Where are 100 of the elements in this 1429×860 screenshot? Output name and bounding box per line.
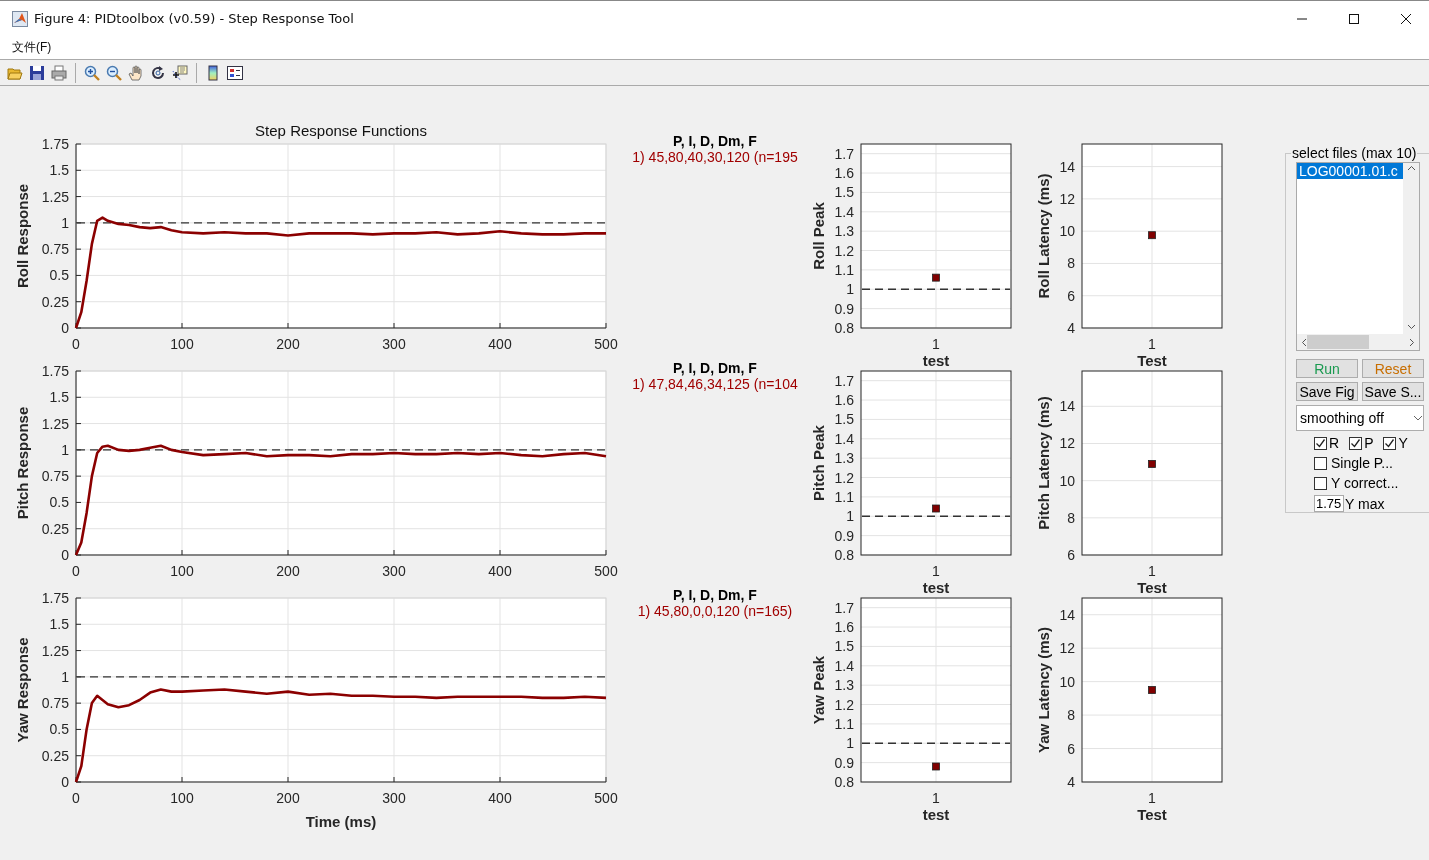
tick-label: 14 [1059,398,1075,415]
tick-label: 0.75 [41,695,69,712]
tick-label: 0.9 [834,527,854,544]
tick-label: 0 [72,563,80,579]
colorbar-icon[interactable] [205,64,221,81]
data-cursor-icon[interactable] [172,64,188,81]
legend-icon[interactable] [227,64,243,81]
tick-label: 1.75 [41,136,69,152]
axis-title: Yaw Peak [810,655,827,725]
pid-header: P, I, D, Dm, F [673,587,757,603]
tick-label: 0.8 [834,547,854,563]
tick-label: 0.5 [49,721,69,738]
checkbox[interactable] [1314,456,1327,470]
tick-label: 8 [1067,255,1075,272]
tick-label: 1.7 [834,372,854,389]
panel-button[interactable]: Save S... [1362,382,1424,402]
tick-label: 0 [72,336,80,352]
tick-label: 0.25 [41,520,69,537]
tick-label: 500 [594,336,618,352]
checkbox[interactable] [1383,436,1397,450]
scroll-up-icon[interactable] [1406,165,1416,171]
tick-label: 1.5 [834,411,854,428]
tick-label: 500 [594,790,618,806]
tick-label: 10 [1059,223,1075,240]
axis-title: Test [1137,806,1167,823]
tick-label: 400 [488,336,512,352]
field-label: Y max [1345,495,1385,512]
tick-label: 100 [170,336,194,352]
tick-label: 1.5 [834,184,854,201]
tick-label: 400 [488,790,512,806]
scroll-right-icon[interactable] [1409,337,1415,347]
panel-legend: select files (max 10) [1291,145,1418,161]
tick-label: 14 [1059,158,1075,175]
checkbox[interactable] [1349,436,1363,450]
window-title: Figure 4: PIDtoolbox (v0.59) - Step Response Tool [34,11,355,26]
axis-title: Pitch Peak [810,425,827,501]
tick-label: 0.75 [41,468,69,485]
tick-label: 0 [72,790,80,806]
scroll-down-icon[interactable] [1406,324,1416,331]
file-list[interactable]: LOG00001.01.c [1296,162,1420,352]
axis-title: Yaw Latency (ms) [1035,627,1052,753]
tick-label: 0.25 [41,293,69,310]
save-icon[interactable] [29,64,45,81]
tick-label: 500 [594,563,618,579]
tick-label: 1.3 [834,450,854,467]
axis-title: Yaw Response [14,637,31,743]
tick-label: 1.2 [834,469,854,486]
scroll-left-icon[interactable] [1301,337,1307,347]
tick-label: 1.5 [49,616,69,633]
tick-label: 1.2 [834,242,854,259]
tick-label: 1.6 [834,619,854,636]
tick-label: 400 [488,563,512,579]
tick-label: 1.3 [834,677,854,694]
panel-button[interactable]: Save Fig [1296,382,1358,402]
tick-label: 1 [846,508,854,525]
axis-title: Roll Latency (ms) [1035,173,1052,299]
zoom-in-icon[interactable] [84,64,100,81]
tick-label: 1.7 [834,599,854,616]
tick-label: 12 [1059,640,1075,657]
tick-label: 0.75 [41,241,69,258]
tick-label: 1.3 [834,223,854,240]
checkbox[interactable] [1314,476,1327,490]
tick-label: 0.5 [49,494,69,511]
tick-label: 200 [276,790,300,806]
chart-title: Step Response Functions [255,122,427,139]
checkbox-label: Single P... [1331,455,1393,471]
ymax-field[interactable]: 1.75 [1314,495,1344,512]
scroll-thumb[interactable] [1307,335,1369,350]
tick-label: 100 [170,790,194,806]
printer-icon[interactable] [51,64,67,81]
checkbox-label: P [1364,435,1374,451]
tick-label: 0.9 [834,754,854,771]
close-icon[interactable] [1400,12,1412,25]
axis-title: Roll Peak [810,202,827,270]
tick-label: 1.5 [49,389,69,406]
zoom-out-icon[interactable] [106,64,122,81]
tick-label: 8 [1067,509,1075,526]
checkbox-label: Y [1398,435,1408,451]
tick-label: 1 [932,336,940,352]
caret-icon [1413,415,1423,422]
axis-title: Pitch Response [14,406,31,520]
pid-header: P, I, D, Dm, F [673,360,757,376]
checkbox[interactable] [1314,436,1327,450]
file-item[interactable]: LOG00001.01.c [1297,163,1403,179]
maximize-icon[interactable] [1348,12,1360,25]
menu-item[interactable]: 文件(F) [12,39,52,56]
tick-label: 1 [61,214,69,231]
pid-values: 1) 45,80,0,0,120 (n=165) [637,603,793,619]
tick-label: 1 [61,668,69,685]
rotate-icon[interactable] [150,64,166,81]
axis-title: test [922,352,950,369]
tick-label: 1.25 [41,415,69,432]
axis-title: Pitch Latency (ms) [1035,396,1052,530]
smoothing-dropdown[interactable]: smoothing off [1296,405,1424,431]
hand-icon[interactable] [128,64,144,81]
tick-label: 300 [382,790,406,806]
tick-label: 6 [1067,287,1075,304]
tick-label: 200 [276,563,300,579]
tick-label: 1.5 [49,162,69,179]
tick-label: 1.2 [834,696,854,713]
